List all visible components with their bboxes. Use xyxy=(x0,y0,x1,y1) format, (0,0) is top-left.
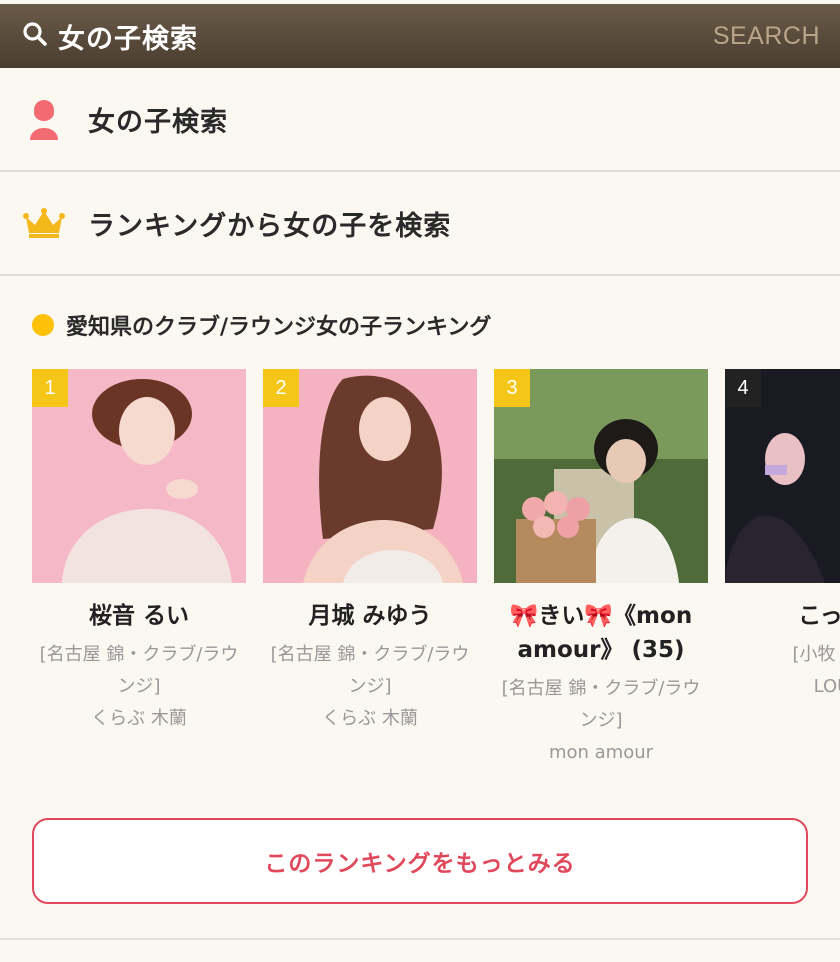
girl-name[interactable]: こっ… xyxy=(725,599,840,633)
search-icon[interactable] xyxy=(22,21,48,51)
menu-item-girl-search[interactable]: 女の子検索 xyxy=(0,68,840,172)
header-title: 女の子検索 xyxy=(58,23,198,55)
girl-name[interactable]: 月城 みゆう xyxy=(263,599,477,633)
girl-area: [名古屋 錦・クラブ/ラウンジ] xyxy=(501,678,701,731)
menu-item-label: ランキングから女の子を検索 xyxy=(88,210,452,242)
girl-area: [名古屋 錦・クラブ/ラウンジ] xyxy=(39,644,239,697)
bullet-dot-icon xyxy=(32,314,54,336)
search-label[interactable]: SEARCH xyxy=(713,22,820,51)
girl-name[interactable]: 🎀きい🎀《mon amour》 (35) xyxy=(494,599,708,667)
ranking-card[interactable]: 4 こっ… [小牧・ク LOU xyxy=(725,369,840,769)
ranking-card[interactable]: 2 月城 みゆう [名古屋 錦・クラブ/ラウンジ] くらぶ 木蘭 xyxy=(263,369,477,769)
girl-shop: mon amour xyxy=(548,742,654,763)
ranking-card[interactable]: 1 桜音 るい [名古屋 錦・クラブ/ラウンジ] くらぶ 木蘭 xyxy=(32,369,246,769)
rank-badge: 4 xyxy=(725,369,761,407)
girl-photo[interactable]: 1 xyxy=(32,369,246,583)
girl-photo[interactable]: 3 xyxy=(494,369,708,583)
rank-badge: 2 xyxy=(263,369,299,407)
divider xyxy=(0,938,840,940)
ranking-title-text: 愛知県のクラブ/ラウンジ女の子ランキング xyxy=(66,315,492,340)
more-ranking-button[interactable]: このランキングをもっとみる xyxy=(32,818,808,904)
header-bar: 女の子検索 SEARCH xyxy=(0,4,840,68)
girl-photo[interactable]: 2 xyxy=(263,369,477,583)
ranking-title: 愛知県のクラブ/ラウンジ女の子ランキング xyxy=(32,276,840,374)
crown-icon xyxy=(22,207,66,239)
rank-badge: 3 xyxy=(494,369,530,407)
ranking-carousel[interactable]: 1 桜音 るい [名古屋 錦・クラブ/ラウンジ] くらぶ 木蘭 2 月城 みゆう… xyxy=(32,369,840,769)
girl-area: [名古屋 錦・クラブ/ラウンジ] xyxy=(270,644,470,697)
rank-badge: 1 xyxy=(32,369,68,407)
girl-area: [小牧・ク xyxy=(792,644,840,665)
person-icon xyxy=(22,98,66,140)
girl-name[interactable]: 桜音 るい xyxy=(32,599,246,633)
girl-shop: くらぶ 木蘭 xyxy=(91,708,187,729)
menu-item-ranking-search[interactable]: ランキングから女の子を検索 xyxy=(0,172,840,276)
girl-shop: くらぶ 木蘭 xyxy=(322,708,418,729)
menu-item-label: 女の子検索 xyxy=(88,106,228,138)
girl-shop: LOU xyxy=(813,676,840,697)
ranking-card[interactable]: 3 🎀きい🎀《mon amour》 (35) [名古屋 錦・クラブ/ラウンジ] … xyxy=(494,369,708,769)
girl-photo[interactable]: 4 xyxy=(725,369,840,583)
